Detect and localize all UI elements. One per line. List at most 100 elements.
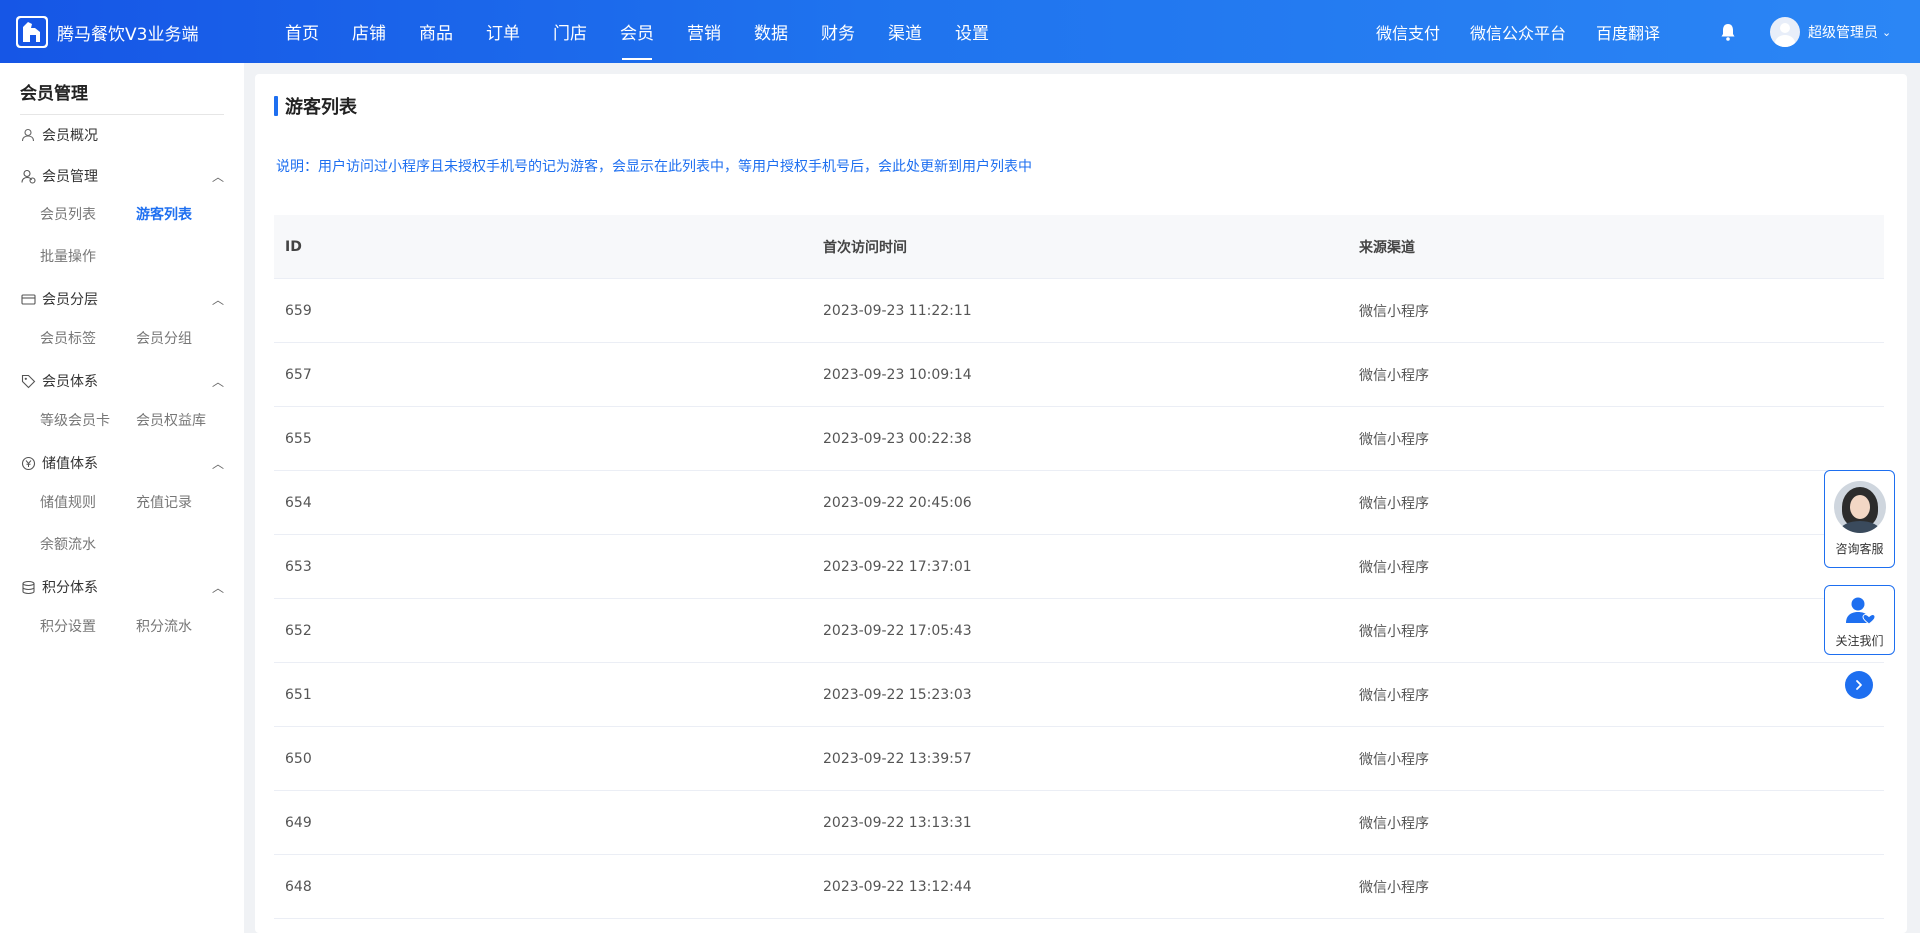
sidebar-section-label: 会员分层 [42,292,98,308]
nav-data[interactable]: 数据 [739,0,803,63]
page-scrollbar[interactable] [1908,63,1920,933]
avatar [1770,17,1800,47]
cell-source-channel: 微信小程序 [1359,751,1429,768]
sidebar-section-label: 会员体系 [42,374,98,390]
table-row: 648 2023-09-22 13:12:44 微信小程序 [274,855,1884,919]
consult-service-button[interactable]: 咨询客服 [1824,470,1895,568]
cell-source-channel: 微信小程序 [1359,687,1429,704]
follow-us-label: 关注我们 [1835,634,1884,648]
bell-icon[interactable] [1718,22,1738,42]
nav-stores[interactable]: 门店 [538,0,602,63]
nav-marketing[interactable]: 营销 [672,0,736,63]
sidebar-item-stored-value-rules[interactable]: 储值规则 [40,492,96,512]
sidebar-item-points-flow[interactable]: 积分流水 [136,616,192,636]
nav-members[interactable]: 会员 [605,0,669,63]
chevron-right-icon[interactable] [1845,671,1873,699]
cell-source-channel: 微信小程序 [1359,367,1429,384]
cell-id: 651 [285,686,312,703]
cell-first-visit: 2023-09-23 11:22:11 [823,302,972,319]
page-title: 游客列表 [274,96,357,118]
sidebar-item-member-groups[interactable]: 会员分组 [136,328,192,348]
nav-goods[interactable]: 商品 [404,0,468,63]
table-row: 649 2023-09-22 13:13:31 微信小程序 [274,791,1884,855]
service-agent-avatar [1833,481,1886,533]
cell-id: 652 [285,622,312,639]
sidebar-section-points[interactable]: 积分体系 ︿ [20,575,224,599]
sidebar-section-member-layer[interactable]: 会员分层 ︿ [20,287,224,311]
link-baidu-translate[interactable]: 百度翻译 [1596,20,1660,44]
table-row: 651 2023-09-22 15:23:03 微信小程序 [274,663,1884,727]
card-icon [20,291,36,307]
nav-home[interactable]: 首页 [270,0,334,63]
nav-finance[interactable]: 财务 [806,0,870,63]
nav-settings[interactable]: 设置 [940,0,1004,63]
chevron-up-icon: ︿ [211,581,224,595]
table-row: 650 2023-09-22 13:39:57 微信小程序 [274,727,1884,791]
link-wechat-pay[interactable]: 微信支付 [1376,20,1440,44]
sidebar-item-balance-flow[interactable]: 余额流水 [40,534,96,554]
sidebar-item-benefits-library[interactable]: 会员权益库 [136,410,206,430]
member-manage-icon [20,168,36,184]
notice-text: 说明：用户访问过小程序且未授权手机号的记为游客，会显示在此列表中，等用户授权手机… [276,159,1032,175]
chevron-down-icon: ⌄ [1882,25,1892,39]
cell-source-channel: 微信小程序 [1359,879,1429,896]
sidebar-item-visitor-list[interactable]: 游客列表 [136,204,192,224]
user-name: 超级管理员 [1808,25,1878,41]
cell-first-visit: 2023-09-23 00:22:38 [823,430,972,447]
sidebar-section-member-system[interactable]: 会员体系 ︿ [20,369,224,393]
sidebar-section-member-manage[interactable]: 会员管理 ︿ [20,164,224,188]
chevron-up-icon: ︿ [211,457,224,471]
column-header-first-visit: 首次访问时间 [823,239,907,256]
table-row: 655 2023-09-23 00:22:38 微信小程序 [274,407,1884,471]
table-row: 652 2023-09-22 17:05:43 微信小程序 [274,599,1884,663]
cell-first-visit: 2023-09-22 13:39:57 [823,750,972,767]
link-wechat-official-platform[interactable]: 微信公众平台 [1470,20,1566,44]
cell-id: 654 [285,494,312,511]
nav-channels[interactable]: 渠道 [873,0,937,63]
sidebar-section-label: 积分体系 [42,580,98,596]
chevron-up-icon: ︿ [211,375,224,389]
table-row: 657 2023-09-23 10:09:14 微信小程序 [274,343,1884,407]
sidebar-item-member-list[interactable]: 会员列表 [40,204,96,224]
horse-logo-icon [16,16,48,48]
sidebar-title: 会员管理 [20,84,88,104]
tag-icon [20,373,36,389]
cell-id: 653 [285,558,312,575]
sidebar-item-level-card[interactable]: 等级会员卡 [40,410,110,430]
consult-service-label: 咨询客服 [1835,542,1884,556]
cell-id: 649 [285,814,312,831]
cell-source-channel: 微信小程序 [1359,623,1429,640]
sidebar-item-member-overview[interactable]: 会员概况 [20,123,224,147]
cell-first-visit: 2023-09-23 10:09:14 [823,366,972,383]
sidebar-item-points-settings[interactable]: 积分设置 [40,616,96,636]
user-icon [20,127,36,143]
cell-source-channel: 微信小程序 [1359,431,1429,448]
cell-first-visit: 2023-09-22 17:37:01 [823,558,972,575]
cell-id: 648 [285,878,312,895]
table-row: 653 2023-09-22 17:37:01 微信小程序 [274,535,1884,599]
chevron-up-icon: ︿ [211,293,224,307]
table-row: 654 2023-09-22 20:45:06 微信小程序 [274,471,1884,535]
follow-us-button[interactable]: 关注我们 [1824,585,1895,655]
sidebar-item-member-tags[interactable]: 会员标签 [40,328,96,348]
sidebar-section-label: 储值体系 [42,456,98,472]
brand[interactable]: 腾马餐饮V3业务端 [16,14,198,50]
sidebar-section-stored-value[interactable]: 储值体系 ︿ [20,451,224,475]
cell-source-channel: 微信小程序 [1359,495,1429,512]
cell-source-channel: 微信小程序 [1359,303,1429,320]
title-accent-bar [274,96,278,116]
column-header-source-channel: 来源渠道 [1359,239,1415,256]
follow-user-icon [1843,594,1877,628]
sidebar-item-label: 会员概况 [42,128,98,144]
sidebar-item-recharge-records[interactable]: 充值记录 [136,492,192,512]
sidebar-item-batch-operation[interactable]: 批量操作 [40,246,96,266]
main-nav: 首页 店铺 商品 订单 门店 会员 营销 数据 财务 渠道 设置 [270,0,1007,63]
nav-orders[interactable]: 订单 [471,0,535,63]
cell-first-visit: 2023-09-22 13:13:31 [823,814,972,831]
visitor-table: ID 首次访问时间 来源渠道 659 2023-09-23 11:22:11 微… [274,215,1884,919]
user-menu[interactable]: 超级管理员 ⌄ [1770,16,1891,48]
nav-shop[interactable]: 店铺 [337,0,401,63]
cell-first-visit: 2023-09-22 20:45:06 [823,494,972,511]
cell-source-channel: 微信小程序 [1359,559,1429,576]
yen-circle-icon [20,455,36,471]
